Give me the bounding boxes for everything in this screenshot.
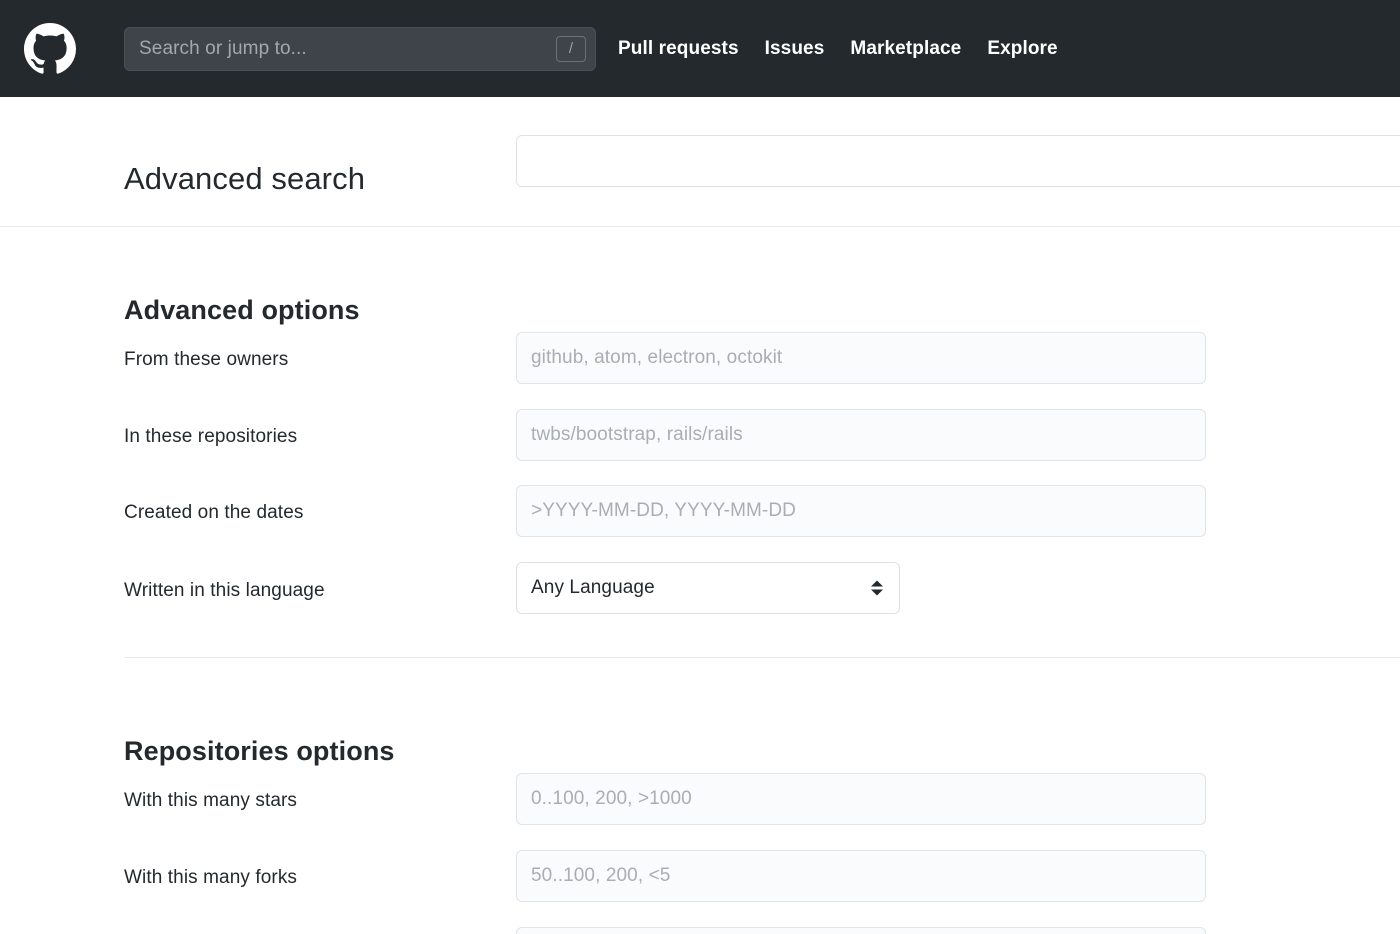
label-with-this-many-stars: With this many stars bbox=[124, 790, 298, 811]
nav-link-issues[interactable]: Issues bbox=[765, 38, 825, 60]
repositories-options-heading: Repositories options bbox=[124, 736, 395, 767]
advanced-search-section: Advanced search bbox=[0, 97, 1400, 227]
placeholder-with-this-many-stars: 0..100, 200, >1000 bbox=[531, 788, 692, 809]
input-with-this-many-forks[interactable]: 50..100, 200, <5 bbox=[516, 850, 1206, 902]
placeholder-in-these-repositories: twbs/bootstrap, rails/rails bbox=[531, 424, 743, 445]
nav-link-explore[interactable]: Explore bbox=[987, 38, 1057, 60]
input-with-this-many-stars[interactable]: 0..100, 200, >1000 bbox=[516, 773, 1206, 825]
global-search-placeholder: Search or jump to... bbox=[139, 37, 307, 59]
primary-nav: Pull requests Issues Marketplace Explore bbox=[618, 38, 1058, 60]
placeholder-with-this-many-forks: 50..100, 200, <5 bbox=[531, 865, 671, 886]
label-in-these-repositories: In these repositories bbox=[124, 426, 298, 447]
placeholder-from-these-owners: github, atom, electron, octokit bbox=[531, 347, 783, 368]
input-from-these-owners[interactable]: github, atom, electron, octokit bbox=[516, 332, 1206, 384]
label-from-these-owners: From these owners bbox=[124, 349, 289, 370]
label-created-on-the-dates: Created on the dates bbox=[124, 502, 304, 523]
nav-link-marketplace[interactable]: Marketplace bbox=[850, 38, 961, 60]
advanced-search-query-input[interactable] bbox=[516, 135, 1400, 187]
label-written-in-this-language: Written in this language bbox=[124, 580, 325, 601]
app-header: Search or jump to... / Pull requests Iss… bbox=[0, 0, 1400, 97]
input-created-on-the-dates[interactable]: >YYYY-MM-DD, YYYY-MM-DD bbox=[516, 485, 1206, 537]
chevron-updown-icon bbox=[871, 580, 883, 596]
selected-language: Any Language bbox=[531, 577, 655, 598]
section-divider bbox=[124, 657, 1400, 658]
nav-link-pull-requests[interactable]: Pull requests bbox=[618, 38, 739, 60]
select-written-in-this-language[interactable]: Any Language bbox=[516, 562, 900, 614]
placeholder-created-on-the-dates: >YYYY-MM-DD, YYYY-MM-DD bbox=[531, 500, 797, 521]
global-search-input[interactable]: Search or jump to... / bbox=[124, 26, 596, 71]
advanced-options-heading: Advanced options bbox=[124, 295, 360, 326]
input-in-these-repositories[interactable]: twbs/bootstrap, rails/rails bbox=[516, 409, 1206, 461]
page-title: Advanced search bbox=[124, 160, 366, 196]
search-shortcut-badge: / bbox=[556, 35, 586, 62]
github-octocat-icon[interactable] bbox=[24, 22, 76, 75]
label-with-this-many-forks: With this many forks bbox=[124, 867, 298, 888]
input-repositories-next-field[interactable] bbox=[516, 927, 1206, 934]
